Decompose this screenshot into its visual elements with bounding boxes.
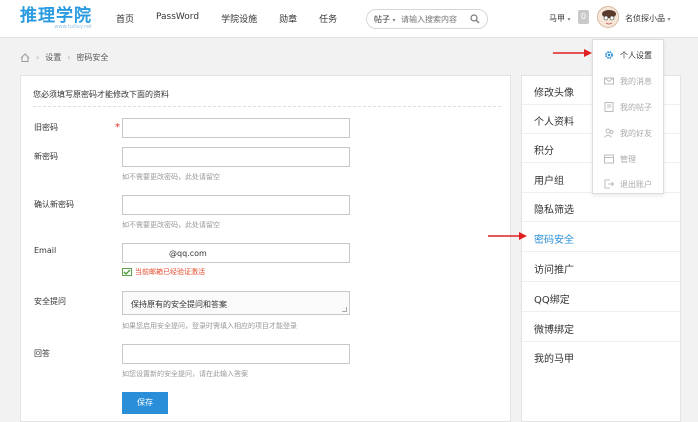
confirm-password-label: 确认新密码: [34, 200, 74, 209]
security-question-label: 安全提问: [34, 297, 66, 306]
manage-icon: [604, 154, 614, 164]
confirm-password-field[interactable]: [122, 195, 350, 215]
dropdown-item-manage[interactable]: 管理: [593, 146, 663, 172]
home-icon[interactable]: [20, 53, 30, 62]
resize-corner-icon: [342, 307, 347, 312]
side-item-privacy[interactable]: 隐私筛选: [522, 193, 680, 222]
new-password-hint: 如不需要更改密码，此处请留空: [122, 173, 220, 181]
nav-item-medals[interactable]: 勋章: [279, 12, 297, 25]
gear-icon: [605, 51, 613, 59]
new-password-field[interactable]: [122, 147, 350, 167]
dropdown-item-messages[interactable]: 我的消息: [593, 68, 663, 94]
annotation-arrow-icon: [488, 232, 527, 240]
old-password-label: 旧密码: [34, 123, 58, 132]
required-asterisk: *: [115, 122, 120, 133]
search-icon[interactable]: [470, 14, 480, 24]
save-button[interactable]: 保存: [122, 392, 168, 414]
annotation-arrow-icon: [553, 49, 592, 57]
email-label: Email: [34, 246, 57, 255]
side-item-password-security[interactable]: 密码安全: [522, 223, 680, 252]
main-nav: 首页 PassWord 学院设施 勋章 任务: [116, 12, 359, 25]
security-question-select[interactable]: 保持原有的安全提问和答案: [122, 291, 350, 315]
password-form-card: 您必须填写原密码才能修改下面的资料 旧密码 * 新密码 如不需要更改密码，此处请…: [20, 75, 511, 422]
site-logo[interactable]: 推理学院 www.tuilixy.net: [20, 6, 92, 30]
dropdown-item-settings[interactable]: 个人设置: [593, 42, 663, 68]
search-category-select[interactable]: 帖子 ▾: [374, 14, 396, 25]
answer-field[interactable]: [122, 344, 350, 364]
friends-icon: [604, 128, 614, 138]
dropdown-item-logout[interactable]: 退出账户: [593, 171, 663, 197]
side-item-promotion[interactable]: 访问推广: [522, 253, 680, 282]
answer-hint: 如您设置新的安全提问，请在此输入答案: [122, 370, 248, 378]
form-intro: 您必须填写原密码才能修改下面的资料: [33, 90, 169, 99]
email-field[interactable]: [122, 243, 350, 263]
envelope-icon: [604, 77, 614, 85]
old-password-field[interactable]: [122, 118, 350, 138]
document-icon: [604, 102, 614, 112]
search-box: 帖子 ▾: [366, 9, 488, 29]
nav-item-password[interactable]: PassWord: [156, 12, 199, 25]
notification-badge[interactable]: 0: [578, 10, 589, 24]
breadcrumb-settings[interactable]: 设置: [45, 52, 61, 63]
dropdown-item-friends[interactable]: 我的好友: [593, 120, 663, 146]
user-dropdown-menu: 个人设置 我的消息 我的帖子 我的好友 管理 退出账户: [592, 39, 664, 194]
side-item-qq-bind[interactable]: QQ绑定: [522, 283, 680, 312]
email-verified-status: 当前邮箱已经验证激活: [122, 267, 205, 277]
divider: [33, 106, 501, 107]
nav-item-tasks[interactable]: 任务: [319, 12, 337, 25]
nav-item-facilities[interactable]: 学院设施: [221, 12, 257, 25]
breadcrumb-current: 密码安全: [76, 53, 109, 62]
username-menu[interactable]: 名侦探小品 ▾: [625, 13, 671, 24]
vest-menu[interactable]: 马甲 ▾: [549, 13, 571, 24]
logout-icon: [604, 179, 614, 189]
verified-mail-icon: [122, 268, 132, 276]
side-item-my-vest[interactable]: 我的马甲: [522, 342, 680, 371]
search-input[interactable]: [401, 12, 471, 26]
side-item-weibo-bind[interactable]: 微博绑定: [522, 313, 680, 342]
dropdown-item-posts[interactable]: 我的帖子: [593, 94, 663, 120]
breadcrumb: › 设置 › 密码安全: [20, 52, 108, 63]
new-password-label: 新密码: [34, 152, 58, 161]
breadcrumb-separator: ›: [67, 53, 71, 62]
security-question-hint: 如果您启用安全提问，登录时需填入相应的项目才能登录: [122, 322, 297, 330]
breadcrumb-separator: ›: [36, 53, 40, 62]
top-navbar: 推理学院 www.tuilixy.net 首页 PassWord 学院设施 勋章…: [0, 0, 698, 38]
nav-item-home[interactable]: 首页: [116, 12, 134, 25]
avatar[interactable]: [597, 6, 619, 28]
logo-text: 推理学院: [20, 6, 92, 26]
confirm-password-hint: 如不需要更改密码，此处请留空: [122, 221, 220, 229]
answer-label: 回答: [34, 349, 50, 358]
